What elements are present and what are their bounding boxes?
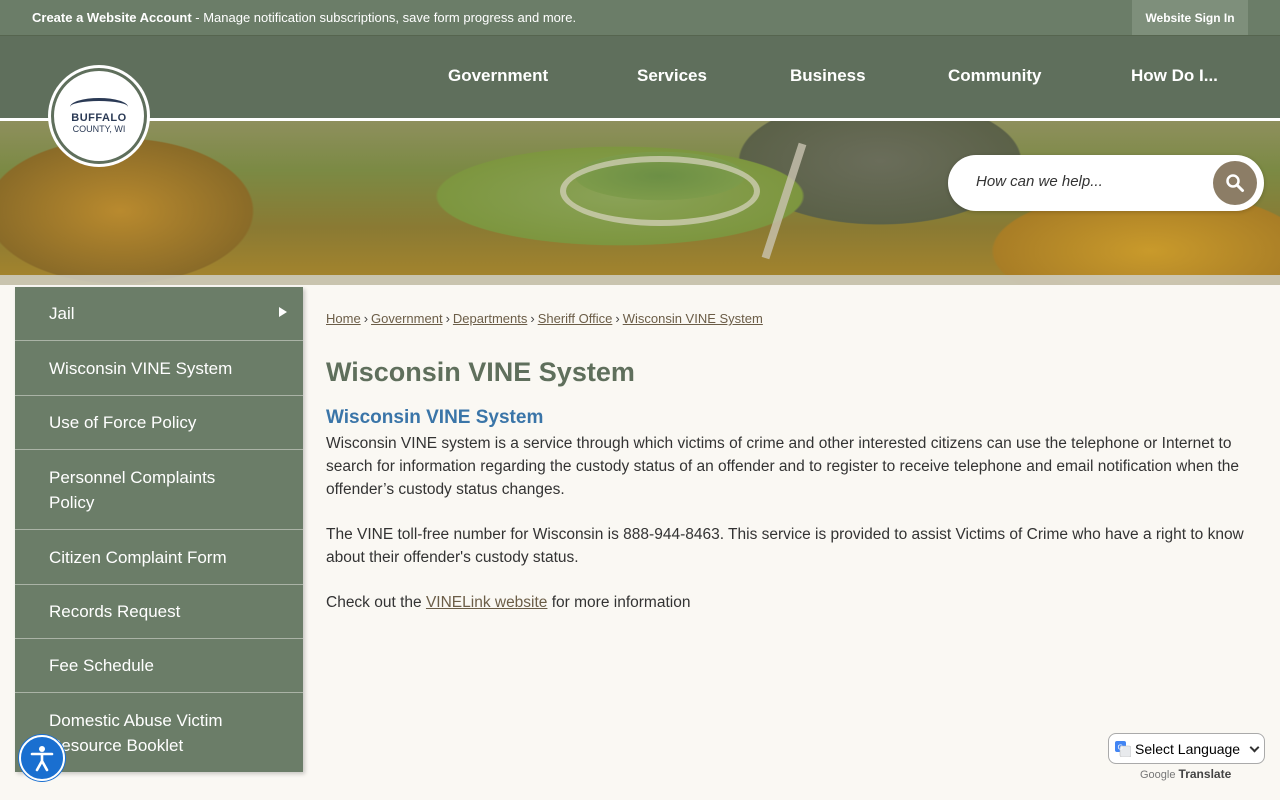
sidebar-item-fee-schedule[interactable]: Fee Schedule	[15, 639, 303, 693]
logo-text-county: COUNTY, WI	[72, 124, 126, 134]
sidebar-item-use-of-force-policy[interactable]: Use of Force Policy	[15, 396, 303, 450]
vinelink-website-link[interactable]: VINELink website	[426, 594, 547, 611]
create-account-description: - Manage notification subscriptions, sav…	[191, 10, 577, 25]
create-account-label: Create a Website Account	[32, 10, 192, 25]
sidebar-item-jail[interactable]: Jail	[15, 287, 303, 341]
county-logo[interactable]: BUFFALO COUNTY, WI	[51, 68, 147, 164]
nav-community[interactable]: Community	[948, 66, 1042, 86]
vine-description-paragraph: Wisconsin VINE system is a service throu…	[326, 435, 1240, 498]
nav-how-do-i[interactable]: How Do I...	[1131, 66, 1218, 86]
sidebar-nav: Jail Wisconsin VINE System Use of Force …	[15, 287, 303, 772]
search-input[interactable]	[976, 173, 1196, 190]
sidebar-item-label: Fee Schedule	[49, 656, 154, 675]
nav-services[interactable]: Services	[637, 66, 707, 86]
breadcrumb-sheriff-office[interactable]: Sheriff Office	[538, 311, 613, 326]
sidebar-item-label: Use of Force Policy	[49, 413, 197, 432]
sidebar-item-citizen-complaint-form[interactable]: Citizen Complaint Form	[15, 530, 303, 585]
breadcrumb-departments[interactable]: Departments	[453, 311, 527, 326]
sidebar-item-label: Citizen Complaint Form	[49, 547, 227, 567]
hero-racetrack	[560, 156, 760, 226]
sidebar-item-label: Jail	[49, 304, 75, 323]
breadcrumb-separator: ›	[363, 311, 369, 326]
nav-business[interactable]: Business	[790, 66, 866, 86]
vinelink-paragraph: Check out the VINELink website for more …	[326, 591, 1256, 614]
create-account-link[interactable]: Create a Website Account - Manage notifi…	[32, 10, 576, 25]
top-bar: Create a Website Account - Manage notifi…	[0, 0, 1280, 35]
accessibility-icon	[30, 746, 54, 772]
breadcrumb-government[interactable]: Government	[371, 311, 443, 326]
sidebar-item-wisconsin-vine-system[interactable]: Wisconsin VINE System	[15, 341, 303, 396]
hero-road	[761, 142, 807, 260]
vine-phone-paragraph: The VINE toll-free number for Wisconsin …	[326, 526, 1244, 566]
breadcrumb-separator: ›	[530, 311, 535, 326]
breadcrumb-current-page[interactable]: Wisconsin VINE System	[623, 311, 763, 326]
sidebar-item-personnel-complaints-policy[interactable]: Personnel Complaints Policy	[15, 450, 303, 530]
search-button[interactable]	[1213, 161, 1257, 205]
sidebar-item-label: Domestic Abuse Victim Resource Booklet	[49, 710, 223, 755]
breadcrumb: Home › Government › Departments › Sheriff Offi…	[326, 311, 763, 326]
page-title: Wisconsin VINE System	[326, 357, 635, 387]
nav-government[interactable]: Government	[448, 66, 548, 86]
breadcrumb-separator: ›	[445, 311, 450, 326]
language-select[interactable]: G Select Language	[1108, 733, 1265, 764]
google-translate-icon: G	[1115, 740, 1131, 757]
vinelink-text-before: Check out the	[326, 594, 426, 611]
main-navigation: Government Services Business Community H…	[0, 35, 1280, 119]
accessibility-button[interactable]	[19, 735, 65, 781]
vinelink-text-after: for more information	[547, 594, 691, 611]
sidebar-item-label: Records Request	[49, 602, 181, 621]
sidebar-item-label: Personnel Complaints Policy	[49, 467, 216, 512]
search-icon	[1226, 174, 1244, 192]
sidebar-item-label: Wisconsin VINE System	[49, 358, 233, 378]
chevron-down-icon	[1249, 742, 1260, 753]
google-label: Google	[1140, 769, 1176, 781]
expand-arrow-icon[interactable]	[279, 307, 287, 317]
translate-label: Translate	[1178, 767, 1232, 781]
powered-by-google-translate[interactable]: Google Translate	[1140, 767, 1231, 781]
language-select-label: Select Language	[1135, 740, 1241, 757]
logo-text-buffalo: BUFFALO	[71, 112, 127, 124]
breadcrumb-separator: ›	[615, 311, 620, 326]
svg-text:G: G	[1118, 743, 1123, 751]
section-heading: Wisconsin VINE System	[326, 407, 544, 428]
breadcrumb-home[interactable]: Home	[326, 311, 361, 326]
sidebar-item-records-request[interactable]: Records Request	[15, 585, 303, 639]
website-sign-in-button[interactable]: Website Sign In	[1132, 0, 1248, 35]
